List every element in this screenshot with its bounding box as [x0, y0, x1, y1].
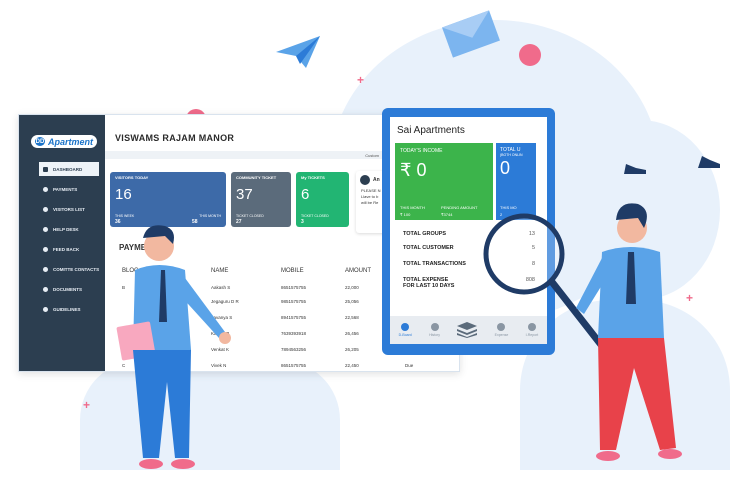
card-value: 6 — [301, 186, 310, 203]
card-title: VISITORS TODAY — [115, 175, 149, 180]
users-month-label: THIS MO — [500, 205, 517, 210]
cell-amount: 22,568 — [345, 315, 359, 320]
cell-mobile: 8651575755 — [281, 285, 307, 290]
sidebar-item-documents[interactable]: DOCUMENTS — [39, 282, 103, 296]
pending-label: PENDING AMOUNT — [441, 205, 478, 210]
card-sub-label: THIS WEEK — [115, 214, 135, 218]
announcement-line: Llave to b — [361, 194, 379, 199]
announcement-line: will be Re — [361, 200, 379, 205]
plus-icon: + — [83, 398, 91, 412]
sidebar-item-label: FEED BACK — [53, 246, 80, 252]
person-illustration — [576, 203, 682, 461]
sidebar-item-guidelines[interactable]: GUIDELINES — [39, 302, 103, 316]
card-sub-label: TICKET CLOSED — [236, 214, 264, 218]
document-icon — [43, 286, 48, 292]
payments-icon — [43, 186, 48, 192]
person-illustration — [116, 225, 231, 469]
this-month-value: ₹ 100 — [400, 212, 411, 217]
card-sub-label: THIS MONTH — [199, 214, 221, 218]
sidebar-item-label: VISITORS LIST — [53, 206, 85, 212]
my-tickets-card[interactable]: My TICKETS 6 TICKET CLOSED 3 — [296, 172, 349, 227]
cell-amount: 22,450 — [345, 363, 359, 368]
card-value: 37 — [236, 186, 253, 203]
nav-label: D-Board — [398, 333, 412, 337]
cell-status: Due — [405, 363, 414, 368]
guidelines-icon — [43, 306, 48, 312]
help-icon — [43, 226, 48, 232]
cell-amount: 26,205 — [345, 347, 359, 352]
stat-label: TOTAL TRANSACTIONS — [403, 261, 466, 267]
card-value: 16 — [115, 186, 132, 203]
visitors-card[interactable]: VISITORS TODAY 16 THIS WEEK 36 THIS MONT… — [110, 172, 226, 227]
community-ticket-card[interactable]: COMMUNITY TICKET 37 TICKET CLOSED 27 — [231, 172, 291, 227]
sidebar-item-label: DOCUMENTS — [53, 286, 82, 292]
nav-history[interactable]: History — [429, 323, 440, 337]
app-logo[interactable]: DD Apartment — [31, 135, 97, 148]
announcement-line: PLEASE N — [361, 188, 381, 193]
cell-mobile: 7639393918 — [281, 331, 307, 336]
envelope-icon — [442, 10, 500, 58]
paper-plane-icon — [276, 36, 320, 68]
announcement-title: An — [373, 177, 380, 183]
shoe-icon — [698, 156, 720, 168]
sidebar-item-visitors[interactable]: VISITORS LIST — [39, 202, 103, 216]
sidebar-item-label: COMITTE CONTACTS — [53, 266, 100, 272]
history-icon — [430, 323, 439, 331]
income-card[interactable]: TODAY'S INCOME ₹ 0 THIS MONTH ₹ 100 PEND… — [395, 143, 493, 220]
income-label: TODAY'S INCOME — [400, 148, 443, 154]
income-value: ₹ 0 — [400, 160, 427, 180]
sidebar-item-label: DASHBOARD — [53, 166, 83, 172]
nav-layers[interactable] — [457, 322, 478, 338]
cell-mobile: 9851575755 — [281, 299, 307, 304]
card-title: COMMUNITY TICKET — [236, 175, 277, 180]
users-value: 0 — [500, 158, 511, 178]
users-sub: (BOTH ONLIN — [500, 153, 523, 157]
dashboard-icon — [43, 166, 48, 172]
cell-amount: 26,456 — [345, 331, 359, 336]
cell-mobile: 7894563256 — [281, 347, 307, 352]
dashboard-icon — [401, 323, 410, 331]
users-card[interactable]: TOTAL U (BOTH ONLIN 0 THIS MO 2 — [496, 143, 536, 220]
table-header: MOBILE — [281, 268, 304, 274]
card-sub-value: 27 — [236, 219, 242, 225]
logo-text: Apartment — [48, 136, 94, 147]
sidebar-item-label: HELP DESK — [53, 226, 79, 232]
check-bubble-icon — [519, 44, 541, 66]
sidebar-item-help-desk[interactable]: HELP DESK — [39, 222, 103, 236]
layers-icon — [457, 322, 478, 338]
feedback-icon — [43, 246, 48, 252]
nav-label: History — [429, 333, 440, 337]
logo-badge: DD — [35, 137, 45, 146]
announcement-icon — [360, 175, 370, 185]
cell-amount: 22,000 — [345, 285, 359, 290]
sidebar-item-payments[interactable]: PAYMENTS — [39, 182, 103, 196]
phone-icon — [43, 266, 48, 272]
stat-label: TOTAL GROUPS — [403, 231, 447, 237]
cell-amount: 25,056 — [345, 299, 359, 304]
custom-filter[interactable]: Custom — [365, 153, 379, 158]
sidebar-item-contacts[interactable]: COMITTE CONTACTS — [39, 262, 103, 276]
sidebar-item-feedback[interactable]: FEED BACK — [39, 242, 103, 256]
plus-icon: + — [357, 73, 365, 87]
stat-label: TOTAL CUSTOMER — [403, 245, 454, 251]
shoe-icon — [624, 164, 646, 174]
stat-label: FOR LAST 10 DAYS — [403, 283, 455, 289]
cell-mobile: 8941575755 — [281, 315, 307, 320]
visitors-icon — [43, 206, 48, 212]
tablet-title: Sai Apartments — [397, 125, 465, 136]
nav-dboard[interactable]: D-Board — [399, 323, 412, 337]
card-sub-value: 3 — [301, 219, 304, 225]
sidebar-item-label: PAYMENTS — [53, 186, 78, 192]
sidebar: DD Apartment DASHBOARD PAYMENTS VISITORS… — [19, 115, 105, 371]
cell-mobile: 8651575755 — [281, 363, 307, 368]
table-header: AMOUNT — [345, 268, 371, 274]
card-sub-label: TICKET CLOSED — [301, 214, 329, 218]
this-month-label: THIS MONTH — [400, 205, 425, 210]
sidebar-item-dashboard[interactable]: DASHBOARD — [39, 162, 99, 176]
page-title: VISWAMS RAJAM MANOR — [115, 133, 235, 143]
sidebar-item-label: GUIDELINES — [53, 306, 81, 312]
card-title: My TICKETS — [301, 175, 325, 180]
pending-value: ₹3744 — [441, 212, 453, 217]
